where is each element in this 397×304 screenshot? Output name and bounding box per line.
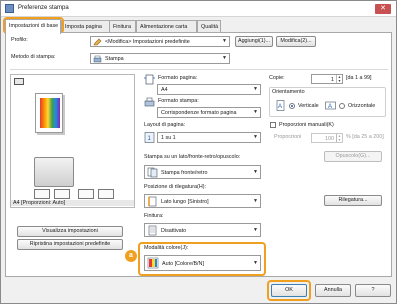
chevron-down-icon: ▼ [253,260,258,266]
edit-profile-button[interactable]: Modifica(2)... [276,36,316,47]
output-size-combo[interactable]: Corrispondenze formato pagina ▼ [157,107,261,118]
callout-badge: a [125,250,137,262]
chevron-down-icon: ▼ [222,55,227,61]
duplex-label: Stampa su un lato/fronte-retro/opuscolo: [144,154,241,160]
page-layout-label: Layout di pagina: [144,122,186,128]
chevron-down-icon: ▼ [222,38,227,44]
page-size-combo[interactable]: A4 ▼ [157,84,261,95]
output-method-combo[interactable]: Stampa ▼ [90,53,230,64]
pencil-icon [93,38,102,46]
preview-paper [35,93,63,133]
spinner-arrows-icon[interactable]: ▲ ▼ [336,75,342,83]
color-mode-combo[interactable]: Auto [Colore/B/N] ▼ [144,255,261,271]
window-title: Preferenze stampa [18,5,69,11]
output-size-value: Corrispondenze formato pagina [161,110,237,116]
chevron-down-icon: ▼ [253,227,258,233]
output-size-label: Formato stampa: [158,98,199,104]
tab-basic-settings[interactable]: Impostazioni di base [5,19,61,34]
spinner-arrows-icon[interactable]: ▲ ▼ [336,134,342,142]
booklet-button[interactable]: Opuscolo(G)... [324,151,382,162]
scaling-label: Proporzioni [274,134,302,140]
landscape-radio[interactable] [339,103,345,109]
add-profile-button[interactable]: Aggiungi(1)... [235,36,273,47]
color-mode-icon [147,257,159,269]
preview-toggle-icon[interactable] [14,78,24,85]
output-method-label: Metodo di stampa: [11,54,56,60]
copies-label: Copie: [269,75,285,81]
binding-button[interactable]: Rilegatura... [324,195,382,206]
landscape-page-icon: A [325,101,336,110]
chevron-down-icon: ▼ [253,86,258,92]
title-bar: Preferenze stampa ✕ [1,1,396,17]
copies-value: 1 [331,77,334,83]
ok-button[interactable]: OK [271,284,307,297]
portrait-radio[interactable] [289,103,295,109]
cancel-button[interactable]: Annulla [315,284,351,297]
manual-scaling-label: Proporzioni manuali(K) [279,122,334,128]
orientation-label: Orientamento [272,89,305,95]
color-mode-value: Auto [Colore/B/N] [162,261,204,267]
color-mode-label: Modalità colore(J): [144,245,189,251]
settings-panel: Profilo: <Modifica> Impostazioni predefi… [5,32,392,277]
page-size-value: A4 [161,87,168,93]
duplex-value: Stampa fronte/retro [161,170,208,176]
chevron-down-icon: ▼ [253,109,258,115]
printer-preview-icon [34,157,74,187]
finishing-icon [148,225,157,236]
page-size-label: Formato pagina: [158,75,198,81]
landscape-label: Orizzontale [348,103,376,109]
divider [10,69,388,70]
portrait-label: Verticale [298,103,319,109]
binding-label: Posizione di rilegatura(H): [144,184,207,190]
finishing-preview-icons [34,189,134,199]
page-size-icon [144,74,155,85]
help-button[interactable]: ? [355,284,391,297]
scaling-spinner[interactable]: 100 ▲ ▼ [311,133,343,143]
duplex-icon [147,167,158,178]
copies-spinner[interactable]: 1 ▲ ▼ [311,74,343,84]
manual-scaling-checkbox[interactable] [270,122,276,128]
output-size-icon [144,97,155,107]
profile-combo[interactable]: <Modifica> Impostazioni predefinite ▼ [90,36,230,47]
restore-defaults-button[interactable]: Ripristina impostazioni predefinite [17,239,123,250]
copies-range: [da 1 a 99] [346,75,372,81]
printer-icon [93,55,102,63]
binding-icon [148,196,157,207]
preview-caption: A4 [Proporzioni: Auto] [11,200,134,206]
finishing-combo[interactable]: Disattivato ▼ [144,223,261,237]
chevron-down-icon: ▼ [253,134,258,140]
binding-combo[interactable]: Lato lungo [Sinistro] ▼ [144,194,261,208]
finishing-label: Finitura: [144,213,164,219]
close-icon[interactable]: ✕ [375,4,391,14]
chevron-down-icon: ▼ [253,169,258,175]
page-layout-combo[interactable]: 1 su 1 ▼ [157,132,261,143]
profile-label: Profilo: [11,37,28,43]
portrait-page-icon: A [276,100,285,111]
scaling-value: 100 [325,136,334,142]
chevron-down-icon: ▼ [253,198,258,204]
profile-value: <Modifica> Impostazioni predefinite [105,39,190,45]
finishing-value: Disattivato [161,228,187,234]
show-settings-button[interactable]: Visualizza impostazioni [17,226,123,237]
svg-text:A: A [278,104,282,110]
scaling-range: % [da 25 a 200] [346,134,384,140]
page-layout-value: 1 su 1 [161,135,176,141]
binding-value: Lato lungo [Sinistro] [161,199,209,205]
duplex-combo[interactable]: Stampa fronte/retro ▼ [144,165,261,179]
svg-text:A: A [328,104,332,110]
printing-preferences-window: Preferenze stampa ✕ Impostazioni di base… [0,0,397,304]
output-method-value: Stampa [105,56,124,62]
printer-app-icon [5,4,14,13]
page-preview: A4 [Proporzioni: Auto] [10,74,135,208]
page-layout-icon: 1 [144,132,155,143]
